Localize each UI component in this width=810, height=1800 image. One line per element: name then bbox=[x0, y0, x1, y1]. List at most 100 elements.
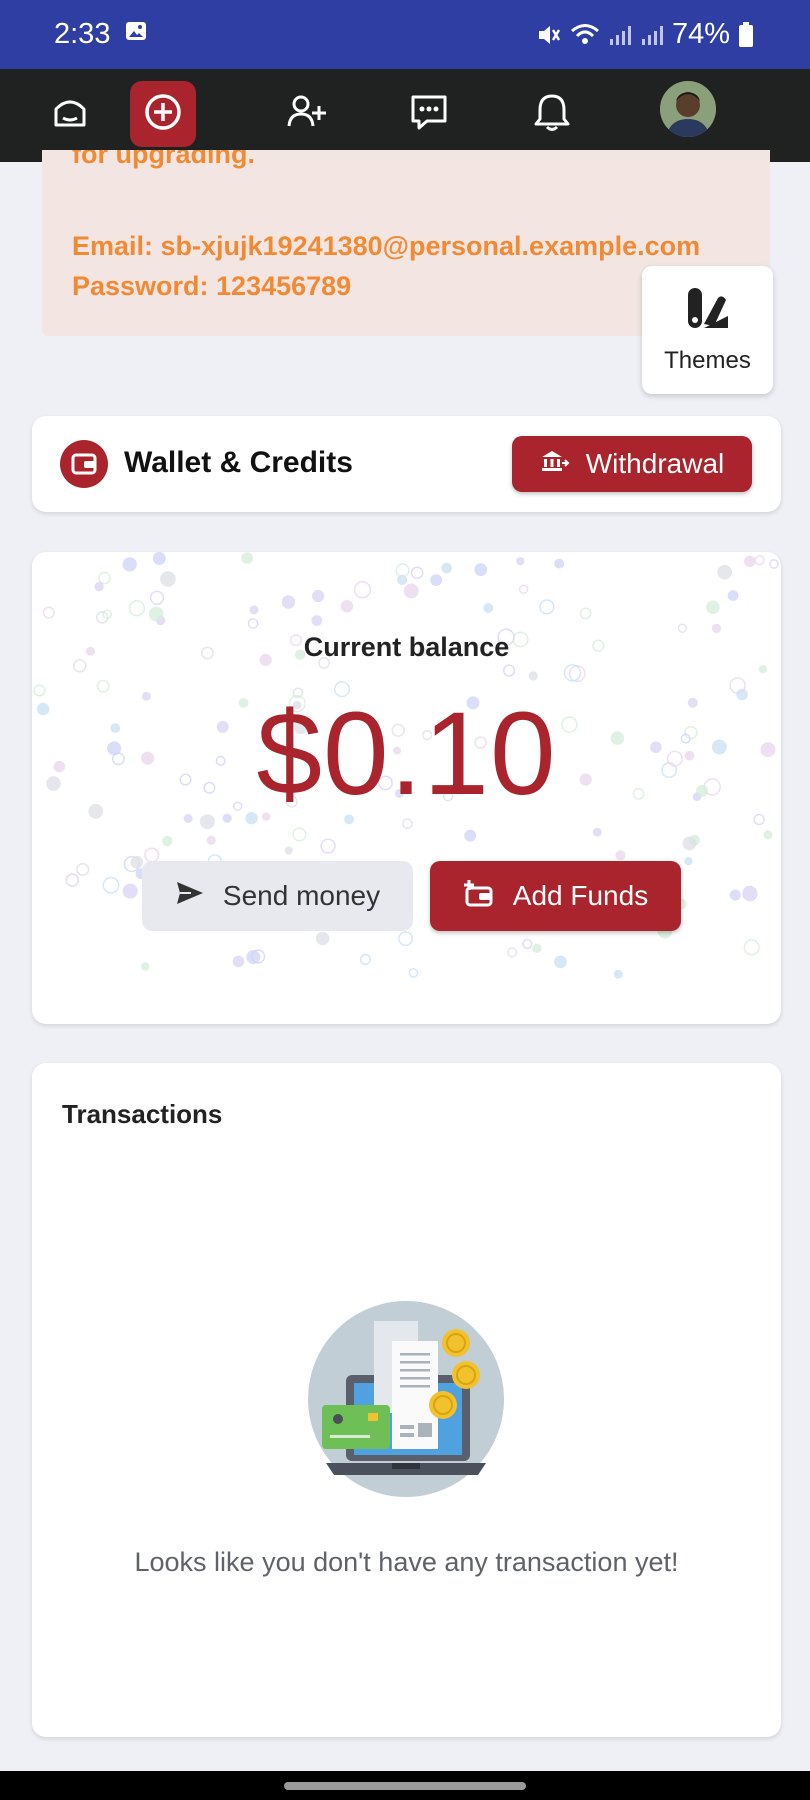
bubble-decoration bbox=[522, 938, 533, 950]
bubble-decoration bbox=[769, 559, 779, 569]
send-money-button[interactable]: Send money bbox=[142, 861, 413, 931]
withdrawal-button[interactable]: Withdrawal bbox=[512, 436, 752, 492]
bubble-decoration bbox=[717, 564, 732, 580]
bubble-decoration bbox=[483, 603, 494, 613]
bubble-decoration bbox=[353, 581, 372, 599]
bubble-decoration bbox=[206, 835, 216, 845]
bubble-decoration bbox=[152, 552, 166, 565]
bubble-decoration bbox=[160, 571, 176, 587]
send-money-label: Send money bbox=[222, 880, 381, 911]
bubble-decoration bbox=[592, 827, 602, 837]
palette-icon bbox=[686, 286, 730, 337]
wallet-title: Wallet & Credits bbox=[124, 446, 353, 479]
bubble-decoration bbox=[359, 953, 371, 965]
battery-icon bbox=[738, 21, 754, 48]
nav-notifications[interactable] bbox=[519, 81, 585, 147]
bubble-decoration bbox=[340, 600, 354, 613]
bubble-decoration bbox=[729, 889, 741, 901]
bubble-decoration bbox=[518, 584, 529, 594]
send-icon bbox=[175, 880, 205, 913]
bubble-decoration bbox=[474, 563, 488, 577]
bubble-decoration bbox=[320, 838, 336, 854]
transactions-card: Transactions Looks like you don't have a… bbox=[32, 1063, 781, 1737]
bubble-decoration bbox=[102, 876, 120, 894]
bubble-decoration bbox=[743, 939, 760, 956]
nav-add-friend[interactable] bbox=[274, 81, 340, 147]
bubble-decoration bbox=[162, 835, 173, 847]
bubble-decoration bbox=[232, 955, 245, 968]
bubble-decoration bbox=[430, 574, 443, 586]
bubble-decoration bbox=[464, 829, 477, 842]
add-wallet-icon bbox=[463, 878, 495, 915]
notifications-icon bbox=[534, 92, 570, 137]
bubble-decoration bbox=[507, 947, 518, 958]
signal-icon bbox=[640, 23, 664, 47]
bubble-decoration bbox=[148, 606, 164, 622]
messages-icon bbox=[409, 93, 449, 136]
image-icon bbox=[124, 18, 148, 51]
signal-icon bbox=[608, 23, 632, 47]
note-password: Password: 123456789 bbox=[72, 271, 352, 301]
home-icon bbox=[51, 93, 89, 136]
status-bar: 2:33 74% bbox=[0, 0, 810, 69]
bubble-decoration bbox=[246, 950, 261, 965]
nav-messages[interactable] bbox=[396, 81, 462, 147]
bubble-decoration bbox=[502, 664, 516, 677]
bubble-decoration bbox=[122, 883, 138, 899]
bubble-decoration bbox=[398, 931, 414, 947]
bubble-decoration bbox=[76, 862, 90, 877]
bubble-decoration bbox=[149, 590, 165, 605]
bubble-decoration bbox=[615, 850, 626, 861]
bubble-decoration bbox=[122, 557, 137, 572]
bubble-decoration bbox=[677, 623, 688, 633]
bubble-decoration bbox=[706, 600, 720, 614]
bubble-decoration bbox=[241, 552, 253, 564]
transactions-title: Transactions bbox=[62, 1099, 223, 1129]
balance-label: Current balance bbox=[303, 632, 510, 662]
add-funds-label: Add Funds bbox=[512, 880, 649, 911]
bubble-decoration bbox=[247, 618, 259, 629]
home-gesture-handle[interactable] bbox=[284, 1782, 526, 1790]
bubble-decoration bbox=[684, 857, 693, 866]
bubble-decoration bbox=[249, 605, 259, 615]
bank-transfer-icon bbox=[540, 448, 570, 480]
bubble-decoration bbox=[284, 846, 293, 855]
empty-transactions-illustration bbox=[306, 1299, 506, 1504]
bubble-decoration bbox=[758, 665, 768, 674]
bubble-decoration bbox=[539, 599, 555, 615]
nav-create-post[interactable] bbox=[130, 81, 196, 147]
bubble-decoration bbox=[42, 606, 55, 619]
wallet-icon bbox=[60, 440, 108, 488]
bubble-decoration bbox=[441, 562, 453, 574]
status-time: 2:33 bbox=[54, 18, 111, 50]
themes-label: Themes bbox=[664, 346, 751, 374]
balance-amount: $0.10 bbox=[256, 688, 557, 820]
nav-home[interactable] bbox=[37, 81, 103, 147]
note-partial-text: for upgrading. bbox=[72, 150, 255, 169]
wallet-card: Wallet & Credits Withdrawal bbox=[32, 416, 781, 512]
bubble-decoration bbox=[532, 943, 542, 953]
mute-icon bbox=[536, 22, 562, 48]
transactions-empty-text: Looks like you don't have any transactio… bbox=[134, 1547, 679, 1577]
add-funds-button[interactable]: Add Funds bbox=[430, 861, 681, 931]
bubble-decoration bbox=[141, 962, 150, 971]
battery-label: 74% bbox=[671, 18, 730, 50]
balance-card: Current balance $0.10 Send money Add Fun… bbox=[32, 552, 781, 1024]
bubble-decoration bbox=[554, 558, 565, 569]
avatar[interactable] bbox=[660, 81, 716, 137]
bubble-decoration bbox=[312, 589, 325, 603]
bubble-decoration bbox=[528, 671, 538, 681]
add-friend-icon bbox=[287, 94, 327, 135]
bubble-decoration bbox=[516, 557, 525, 566]
bubble-decoration bbox=[315, 931, 330, 946]
wifi-icon bbox=[570, 22, 600, 48]
bubble-decoration bbox=[613, 969, 623, 979]
bubble-decoration bbox=[742, 885, 758, 902]
bubble-decoration bbox=[130, 855, 144, 869]
bubble-decoration bbox=[579, 607, 592, 620]
themes-button[interactable]: Themes bbox=[642, 266, 773, 394]
bubble-decoration bbox=[94, 582, 104, 592]
bubble-decoration bbox=[65, 873, 80, 887]
bubble-decoration bbox=[727, 590, 739, 601]
bubble-decoration bbox=[408, 968, 419, 978]
